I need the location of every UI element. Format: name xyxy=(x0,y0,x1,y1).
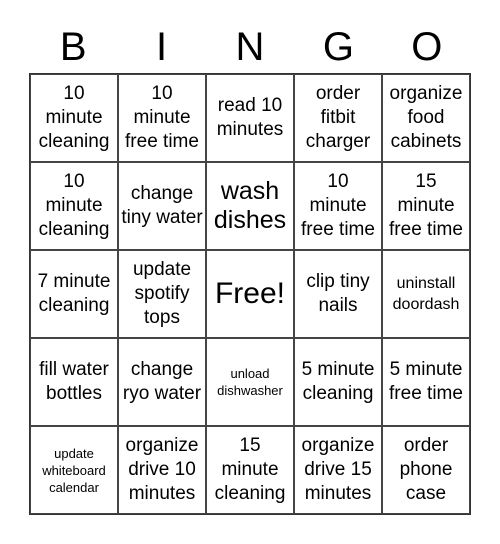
bingo-cell[interactable]: read 10 minutes xyxy=(206,74,294,162)
header-letter-n: N xyxy=(235,25,265,69)
bingo-cell[interactable]: 7 minute cleaning xyxy=(30,250,118,338)
bingo-cell[interactable]: fill water bottles xyxy=(30,338,118,426)
bingo-cell[interactable]: order fitbit charger xyxy=(294,74,382,162)
bingo-cell[interactable]: change tiny water xyxy=(118,162,206,250)
bingo-cell[interactable]: clip tiny nails xyxy=(294,250,382,338)
bingo-cell[interactable]: order phone case xyxy=(382,426,470,514)
bingo-cell[interactable]: update spotify tops xyxy=(118,250,206,338)
bingo-cell[interactable]: 10 minute cleaning xyxy=(30,162,118,250)
bingo-cell[interactable]: 10 minute free time xyxy=(118,74,206,162)
bingo-cell[interactable]: organize food cabinets xyxy=(382,74,470,162)
header-letter-g: G xyxy=(322,25,354,69)
bingo-cell[interactable]: organize drive 10 minutes xyxy=(118,426,206,514)
bingo-cell[interactable]: uninstall doordash xyxy=(382,250,470,338)
bingo-cell[interactable]: 10 minute free time xyxy=(294,162,382,250)
bingo-cell[interactable]: 5 minute cleaning xyxy=(294,338,382,426)
free-space-cell[interactable]: Free! xyxy=(206,250,294,338)
header-letter-i: I xyxy=(156,25,168,69)
bingo-cell[interactable]: 10 minute cleaning xyxy=(30,74,118,162)
bingo-cell[interactable]: organize drive 15 minutes xyxy=(294,426,382,514)
header-letter-o: O xyxy=(411,25,443,69)
bingo-cell[interactable]: change ryo water xyxy=(118,338,206,426)
bingo-grid: 10 minute cleaning 10 minute free time rea… xyxy=(29,73,471,515)
bingo-cell[interactable]: wash dishes xyxy=(206,162,294,250)
bingo-cell[interactable]: 15 minute cleaning xyxy=(206,426,294,514)
bingo-cell[interactable]: 5 minute free time xyxy=(382,338,470,426)
bingo-cell[interactable]: unload dishwasher xyxy=(206,338,294,426)
bingo-cell[interactable]: 15 minute free time xyxy=(382,162,470,250)
header-letter-b: B xyxy=(59,25,87,69)
bingo-header: B I N G O xyxy=(29,22,471,72)
bingo-cell[interactable]: update whiteboard calendar xyxy=(30,426,118,514)
